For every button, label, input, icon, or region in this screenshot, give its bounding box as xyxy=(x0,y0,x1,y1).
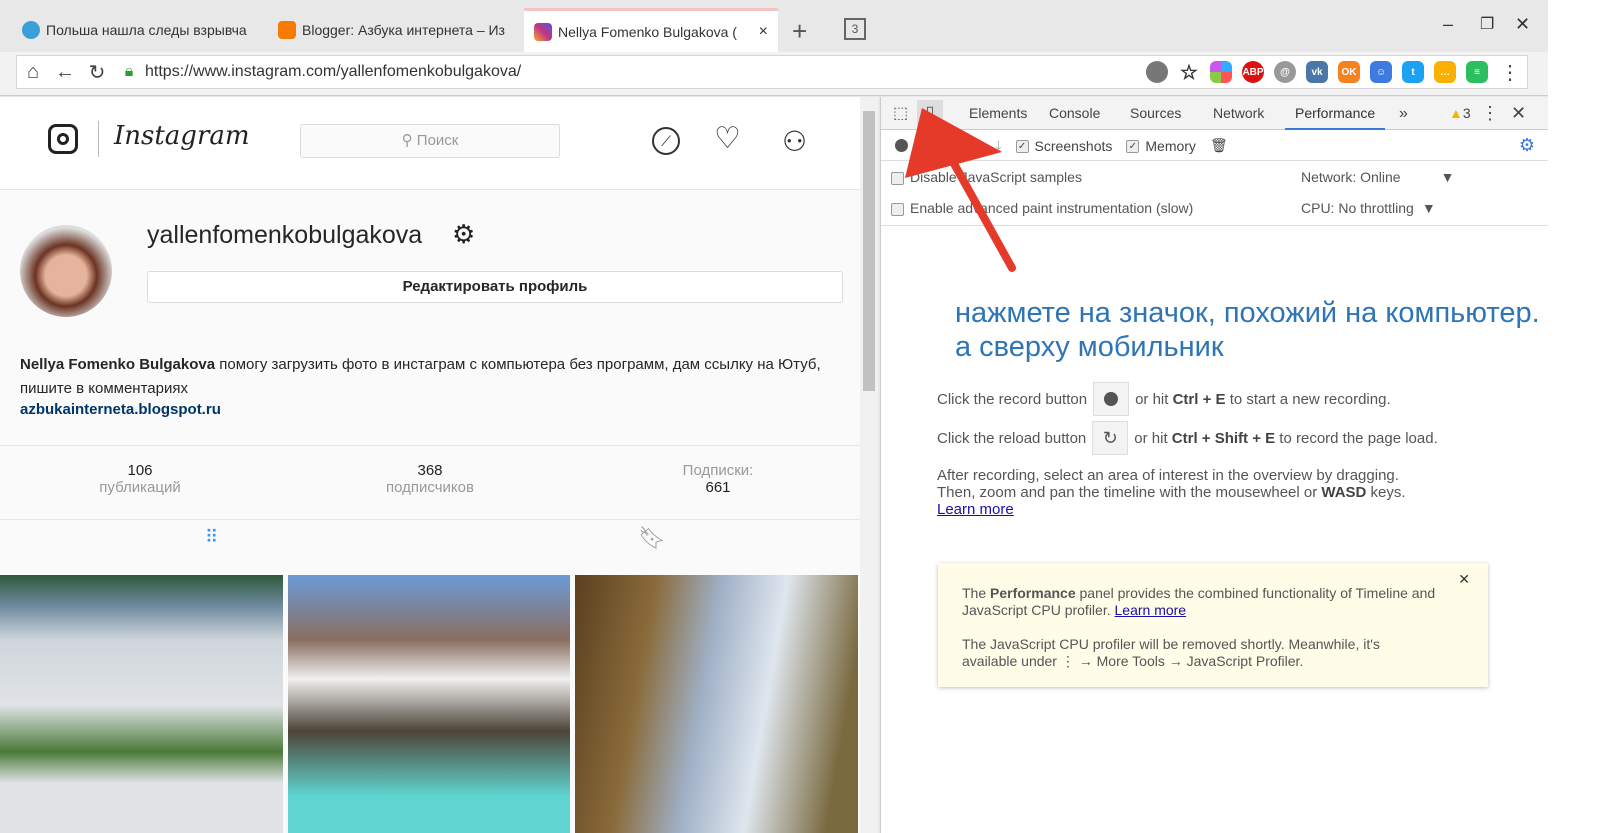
red-arrow-annotation xyxy=(905,108,1016,272)
arrow-shaft xyxy=(948,156,1016,272)
